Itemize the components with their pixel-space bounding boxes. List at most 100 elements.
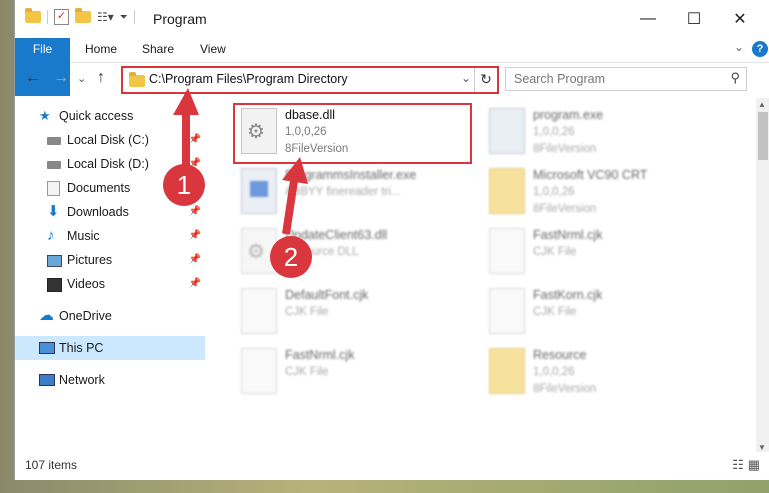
minimize-button[interactable]: — [625,0,671,38]
tab-view[interactable]: View [188,38,238,62]
step-2-badge: 2 [270,236,312,278]
sidebar-item-music[interactable]: ♪ Music 📌 [15,224,205,248]
scroll-down-icon[interactable]: ▼ [758,443,766,452]
folder-icon [489,348,525,394]
file-description: CJK File [285,366,329,378]
address-dropdown-icon[interactable]: ⌄ [461,71,471,85]
tab-home[interactable]: Home [73,38,129,62]
file-item[interactable]: DefaultFont.cjk CJK File [233,282,473,340]
tab-share[interactable]: Share [130,38,186,62]
file-description: CJK File [285,306,329,318]
file-description: ABBYY finereader tri... [285,186,401,198]
documents-icon [47,181,60,196]
explorer-window: ✓ ☷▾ ⏷ Program — ☐ ✕ File Home Share Vie… [14,0,769,480]
status-bar: 107 items ☷▦ [15,452,769,478]
drive-icon [47,137,61,145]
back-icon[interactable]: ← [25,69,41,87]
downloads-icon: ⬇ [47,203,60,220]
close-button[interactable]: ✕ [717,0,763,38]
sidebar-item-this-pc[interactable]: This PC [15,336,205,360]
up-icon[interactable]: ↑ [97,69,105,87]
sidebar-item-label: OneDrive [59,309,112,323]
music-icon: ♪ [47,227,55,244]
file-icon [241,348,277,394]
file-item[interactable]: FastNrml.cjk CJK File [233,342,473,400]
maximize-button[interactable]: ☐ [671,0,717,38]
sidebar-item-label: Network [59,373,105,387]
folder-icon [129,72,145,87]
sidebar-item-local-disk-c[interactable]: Local Disk (C:) 📌 [15,128,205,152]
pin-icon[interactable]: 📌 [189,128,201,152]
folder-icon [489,168,525,214]
properties-icon[interactable]: ✓ [54,9,69,25]
title-bar: ✓ ☷▾ ⏷ Program — ☐ ✕ [15,0,769,38]
file-version: 1,0,0,26 [533,366,575,378]
search-input[interactable]: Search Program ⚲ [505,67,747,91]
navigation-pane: ★ Quick access Local Disk (C:) 📌 Local D… [15,100,207,450]
file-item[interactable]: FastKorn.cjk CJK File [481,282,721,340]
sidebar-item-label: Downloads [67,205,129,219]
help-icon[interactable]: ? [752,41,768,57]
address-path[interactable]: C:\Program Files\Program Directory [149,72,348,86]
star-icon: ★ [39,108,51,123]
navigation-bar: ← → ⌄ ↑ C:\Program Files\Program Directo… [15,62,769,96]
file-name: FastNrml.cjk [285,348,355,362]
file-icon [489,228,525,274]
pin-icon[interactable]: 📌 [189,248,201,272]
computer-icon [39,342,55,354]
file-highlight-box [233,103,472,164]
refresh-icon[interactable]: ↻ [474,68,497,92]
step-1-badge: 1 [163,164,205,206]
file-item[interactable]: FastNrml.cjk CJK File [481,222,721,280]
file-item[interactable]: ProgrammsInstaller.exe ABBYY finereader … [233,162,473,220]
sidebar-item-pictures[interactable]: Pictures 📌 [15,248,205,272]
search-icon: ⚲ [730,70,740,85]
new-folder-icon[interactable] [75,8,91,23]
file-description: CJK File [533,246,577,258]
forward-icon[interactable]: → [53,69,69,87]
recent-locations-icon[interactable]: ⌄ [77,72,86,85]
pin-icon[interactable]: 📌 [189,272,201,296]
sidebar-item-label: Music [67,229,100,243]
vertical-scrollbar[interactable]: ▲ ▼ [756,98,769,454]
file-name: ProgrammsInstaller.exe [285,168,417,182]
quick-access-toolbar: ✓ ☷▾ ⏷ [25,8,135,25]
window-title: Program [153,11,207,27]
file-version: 1,0,0,26 [533,126,575,138]
scroll-up-icon[interactable]: ▲ [758,100,766,109]
sidebar-item-onedrive[interactable]: ☁ OneDrive [15,304,205,328]
network-icon [39,374,55,386]
file-item[interactable]: UpdateClient63.dll Resource DLL [233,222,473,280]
file-description: 8FileVersion [533,143,597,155]
file-item[interactable]: Resource 1,0,0,26 8FileVersion [481,342,721,400]
sidebar-item-videos[interactable]: Videos 📌 [15,272,205,296]
pin-icon[interactable]: 📌 [189,224,201,248]
search-placeholder: Search Program [514,72,606,86]
file-icon [241,288,277,334]
sidebar-item-network[interactable]: Network [15,368,205,392]
sidebar-item-label: Videos [67,277,105,291]
address-bar[interactable]: C:\Program Files\Program Directory ⌄ ↻ [121,66,499,94]
file-item[interactable]: Microsoft VC90 CRT 1,0,0,26 8FileVersion [481,162,721,220]
view-toggle-icons[interactable]: ☷▦ [732,457,764,473]
sidebar-item-quick-access[interactable]: ★ Quick access [15,104,205,128]
file-name: DefaultFont.cjk [285,288,369,302]
sidebar-item-label: Quick access [59,109,134,123]
file-icon [489,288,525,334]
sidebar-item-label: Pictures [67,253,113,267]
videos-icon [47,278,62,292]
sidebar-item-label: Documents [67,181,131,195]
pictures-icon [47,255,62,267]
file-name: FastKorn.cjk [533,288,603,302]
view-options-icon[interactable]: ☷▾ [97,10,114,24]
sidebar-item-label: Local Disk (C:) [67,133,149,147]
file-name: program.exe [533,108,604,122]
expand-ribbon-icon[interactable]: ⌄ [734,40,744,54]
file-name: Microsoft VC90 CRT [533,168,648,182]
sidebar-item-label: Local Disk (D:) [67,157,149,171]
scrollbar-thumb[interactable] [758,112,768,160]
file-item[interactable]: program.exe 1,0,0,26 8FileVersion [481,102,721,160]
customize-toolbar-icon[interactable]: ⏷ [120,12,128,23]
file-description: CJK File [533,306,577,318]
ribbon-tabs: File Home Share View ⌄ ? [15,38,769,96]
